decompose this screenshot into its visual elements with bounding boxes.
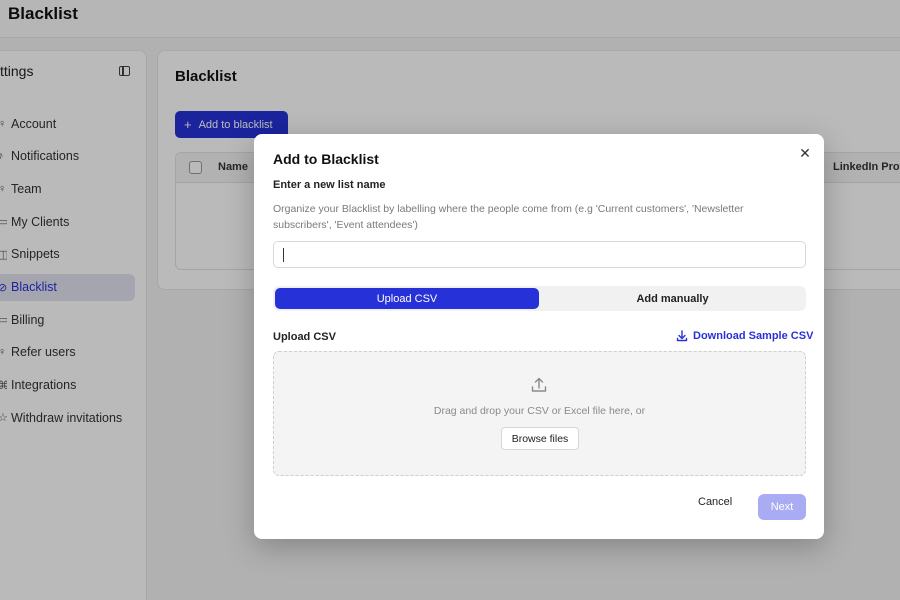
download-sample-csv-link[interactable]: Download Sample CSV xyxy=(676,330,813,342)
list-name-help-text: Organize your Blacklist by labelling whe… xyxy=(273,203,744,231)
download-icon xyxy=(676,330,688,342)
download-sample-csv-label: Download Sample CSV xyxy=(693,330,814,342)
tab-add-manually[interactable]: Add manually xyxy=(541,288,804,309)
add-to-blacklist-dialog: Add to Blacklist ✕ Enter a new list name… xyxy=(254,134,824,539)
dropzone-instructions: Drag and drop your CSV or Excel file her… xyxy=(433,405,646,417)
next-button[interactable]: Next xyxy=(758,494,806,520)
tab-upload-csv[interactable]: Upload CSV xyxy=(275,288,539,309)
list-name-input[interactable] xyxy=(273,241,806,268)
cancel-button[interactable]: Cancel xyxy=(698,496,732,508)
dialog-title: Add to Blacklist xyxy=(273,151,379,167)
close-icon[interactable]: ✕ xyxy=(798,146,812,160)
upload-csv-label: Upload CSV xyxy=(273,331,336,343)
upload-mode-toggle: Upload CSV Add manually xyxy=(273,286,806,311)
browse-files-button[interactable]: Browse files xyxy=(501,427,579,450)
text-caret xyxy=(283,248,284,262)
file-dropzone[interactable]: Drag and drop your CSV or Excel file her… xyxy=(273,351,806,476)
list-name-label: Enter a new list name xyxy=(273,179,386,191)
upload-icon xyxy=(531,377,547,392)
